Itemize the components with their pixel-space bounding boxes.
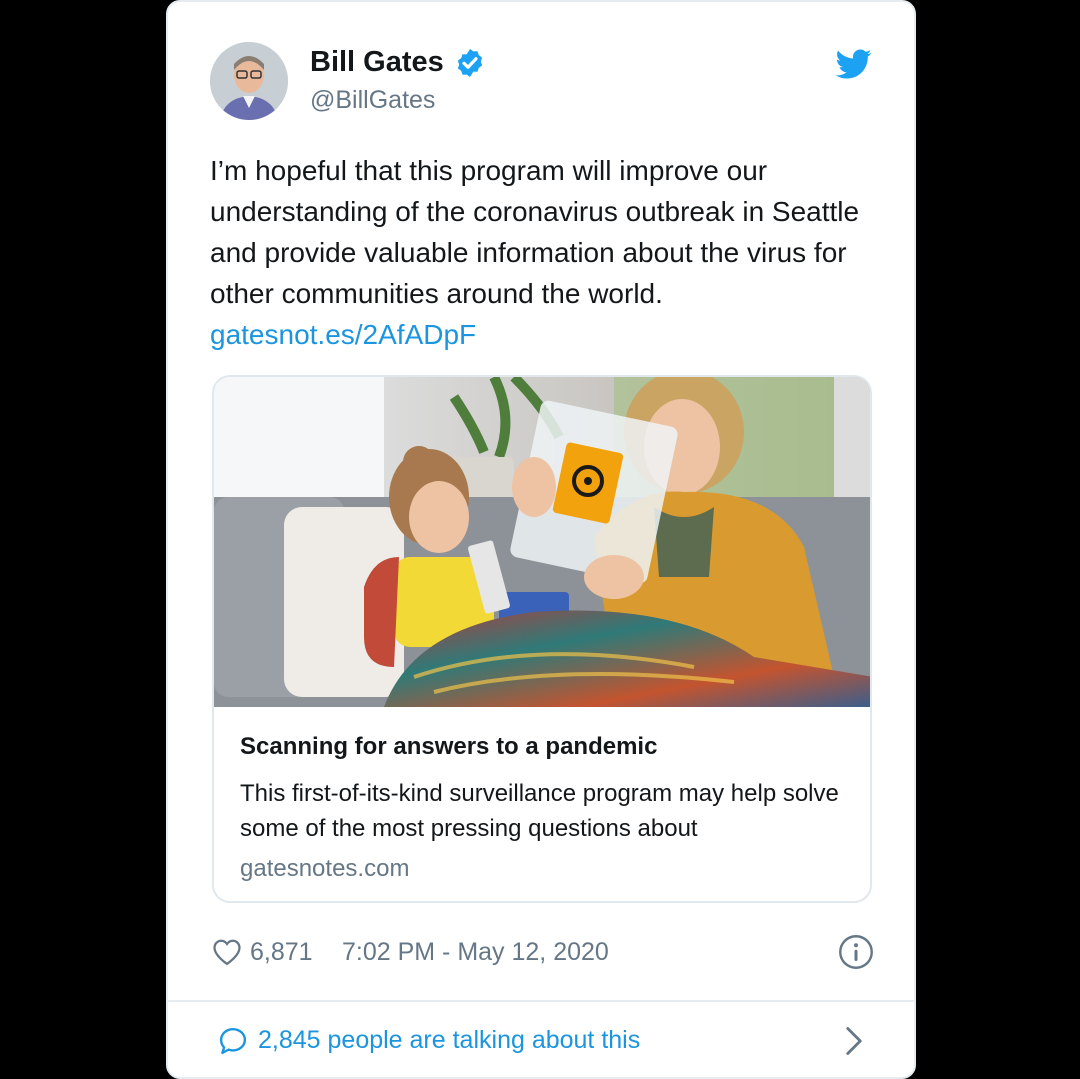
user-handle[interactable]: @BillGates [310, 86, 435, 115]
twitter-bird-icon[interactable] [836, 46, 872, 82]
tweet-header: Bill Gates @BillGates [210, 42, 874, 124]
card-image[interactable] [214, 377, 872, 707]
heart-icon[interactable] [212, 938, 242, 966]
verified-badge-icon [457, 48, 482, 77]
link-preview-card[interactable]: Scanning for answers to a pandemic This … [212, 375, 872, 903]
avatar[interactable] [210, 42, 288, 120]
conversation-row[interactable]: 2,845 people are talking about this [218, 1020, 874, 1064]
tweet-meta: 6,871 7:02 PM - May 12, 2020 [212, 932, 874, 976]
tweet-text: I’m hopeful that this program will impro… [210, 155, 860, 309]
divider [168, 1000, 914, 1002]
tweet-link[interactable]: gatesnot.es/2AfADpF [210, 314, 890, 355]
display-name[interactable]: Bill Gates [310, 46, 444, 79]
timestamp[interactable]: 7:02 PM - May 12, 2020 [342, 938, 609, 967]
name-row: Bill Gates [310, 46, 486, 79]
conversation-label[interactable]: 2,845 people are talking about this [258, 1026, 640, 1055]
card-domain: gatesnotes.com [240, 855, 410, 882]
tweet-body: I’m hopeful that this program will impro… [210, 150, 890, 355]
info-icon[interactable] [838, 934, 874, 970]
tweet-card[interactable]: Bill Gates @BillGates I’m hopeful that t… [166, 0, 916, 1079]
like-count[interactable]: 6,871 [250, 938, 313, 967]
card-title: Scanning for answers to a pandemic [240, 733, 658, 760]
avatar-image [210, 42, 288, 120]
card-description: This first-of-its-kind surveillance prog… [240, 780, 839, 842]
speech-bubble-icon [219, 1027, 247, 1055]
chevron-right-icon[interactable] [844, 1026, 864, 1056]
